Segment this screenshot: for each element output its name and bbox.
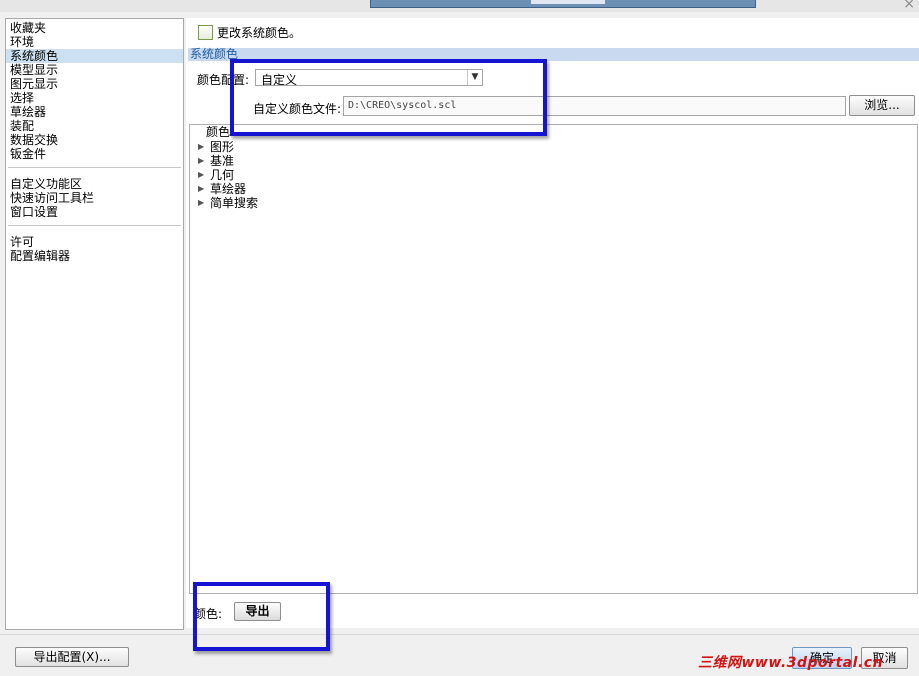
tree-item-geometry[interactable]: ▶ 几何 <box>198 168 258 182</box>
tree-item-label: 几何 <box>210 168 235 182</box>
sidebar-item-window-settings[interactable]: 窗口设置 <box>6 205 183 219</box>
tree-item-graphics[interactable]: ▶ 图形 <box>198 140 258 154</box>
color-tree-header: 颜色 <box>206 125 231 139</box>
sidebar-item-selection[interactable]: 选择 <box>6 91 183 105</box>
export-config-button[interactable]: 导出配置(X)... <box>15 647 129 667</box>
browse-button[interactable]: 浏览... <box>849 95 915 116</box>
color-tree-list: ▶ 图形 ▶ 基准 ▶ 几何 ▶ 草绘器 ▶ 简单搜索 <box>198 140 258 210</box>
tree-item-sketcher[interactable]: ▶ 草绘器 <box>198 182 258 196</box>
export-colors-button[interactable]: 导出 <box>234 602 281 621</box>
color-scheme-label: 颜色配置: <box>197 73 250 87</box>
sidebar-item-entity-display[interactable]: 图元显示 <box>6 77 183 91</box>
tree-item-label: 基准 <box>210 154 235 168</box>
category-sidebar: 收藏夹 环境 系统颜色 模型显示 图元显示 选择 草绘器 装配 数据交换 钣金件… <box>5 18 184 630</box>
footer-divider <box>0 634 919 635</box>
settings-pane: 更改系统颜色。 系统颜色 颜色配置: 自定义 ▼ 自定义颜色文件: D:\CRE… <box>186 18 919 628</box>
close-icon[interactable]: × <box>903 0 915 12</box>
tree-item-datum[interactable]: ▶ 基准 <box>198 154 258 168</box>
watermark-text: 三维网www.3dportal.cn <box>698 655 884 671</box>
sidebar-item-config-editor[interactable]: 配置编辑器 <box>6 249 183 263</box>
tree-item-simple-search[interactable]: ▶ 简单搜索 <box>198 196 258 210</box>
change-colors-checkbox[interactable] <box>198 25 213 40</box>
window-titlebar: × <box>0 0 919 12</box>
color-tree: 颜色 ▶ 图形 ▶ 基准 ▶ 几何 ▶ 草绘器 ▶ 简单搜索 <box>189 124 918 594</box>
custom-color-file-field[interactable]: D:\CREO\syscol.scl <box>343 96 846 116</box>
color-scheme-value: 自定义 <box>261 73 298 87</box>
title-strip <box>370 0 756 8</box>
expand-arrow-icon[interactable]: ▶ <box>198 154 210 168</box>
expand-arrow-icon[interactable]: ▶ <box>198 182 210 196</box>
sidebar-item-assembly[interactable]: 装配 <box>6 119 183 133</box>
sidebar-item-model-display[interactable]: 模型显示 <box>6 63 183 77</box>
color-scheme-dropdown[interactable]: 自定义 ▼ <box>255 69 483 87</box>
expand-arrow-icon[interactable]: ▶ <box>198 168 210 182</box>
expand-arrow-icon[interactable]: ▶ <box>198 196 210 210</box>
colors-label: 颜色: <box>194 607 223 621</box>
sidebar-item-system-colors[interactable]: 系统颜色 <box>6 49 183 63</box>
sidebar-item-sketcher[interactable]: 草绘器 <box>6 105 183 119</box>
dropdown-arrow-icon[interactable]: ▼ <box>467 70 482 85</box>
sidebar-item-environment[interactable]: 环境 <box>6 35 183 49</box>
change-colors-row: 更改系统颜色。 <box>198 24 301 40</box>
tree-item-label: 简单搜索 <box>210 196 259 210</box>
sidebar-group-other: 许可 配置编辑器 <box>6 233 183 263</box>
sidebar-item-quick-access-toolbar[interactable]: 快速访问工具栏 <box>6 191 183 205</box>
sidebar-item-customize-ribbon[interactable]: 自定义功能区 <box>6 177 183 191</box>
tree-item-label: 草绘器 <box>210 182 247 196</box>
change-colors-label: 更改系统颜色。 <box>217 26 302 40</box>
tree-item-label: 图形 <box>210 140 235 154</box>
custom-color-file-label: 自定义颜色文件: <box>253 102 342 116</box>
title-strip-field <box>531 0 605 4</box>
sidebar-item-data-exchange[interactable]: 数据交换 <box>6 133 183 147</box>
sidebar-item-license[interactable]: 许可 <box>6 235 183 249</box>
sidebar-divider <box>8 167 181 168</box>
sidebar-group-options: 收藏夹 环境 系统颜色 模型显示 图元显示 选择 草绘器 装配 数据交换 钣金件 <box>6 19 183 161</box>
expand-arrow-icon[interactable]: ▶ <box>198 140 210 154</box>
sidebar-item-favorites[interactable]: 收藏夹 <box>6 21 183 35</box>
sidebar-group-customize: 自定义功能区 快速访问工具栏 窗口设置 <box>6 175 183 219</box>
sidebar-item-sheetmetal[interactable]: 钣金件 <box>6 147 183 161</box>
sidebar-divider <box>8 225 181 226</box>
section-title: 系统颜色 <box>188 48 919 61</box>
